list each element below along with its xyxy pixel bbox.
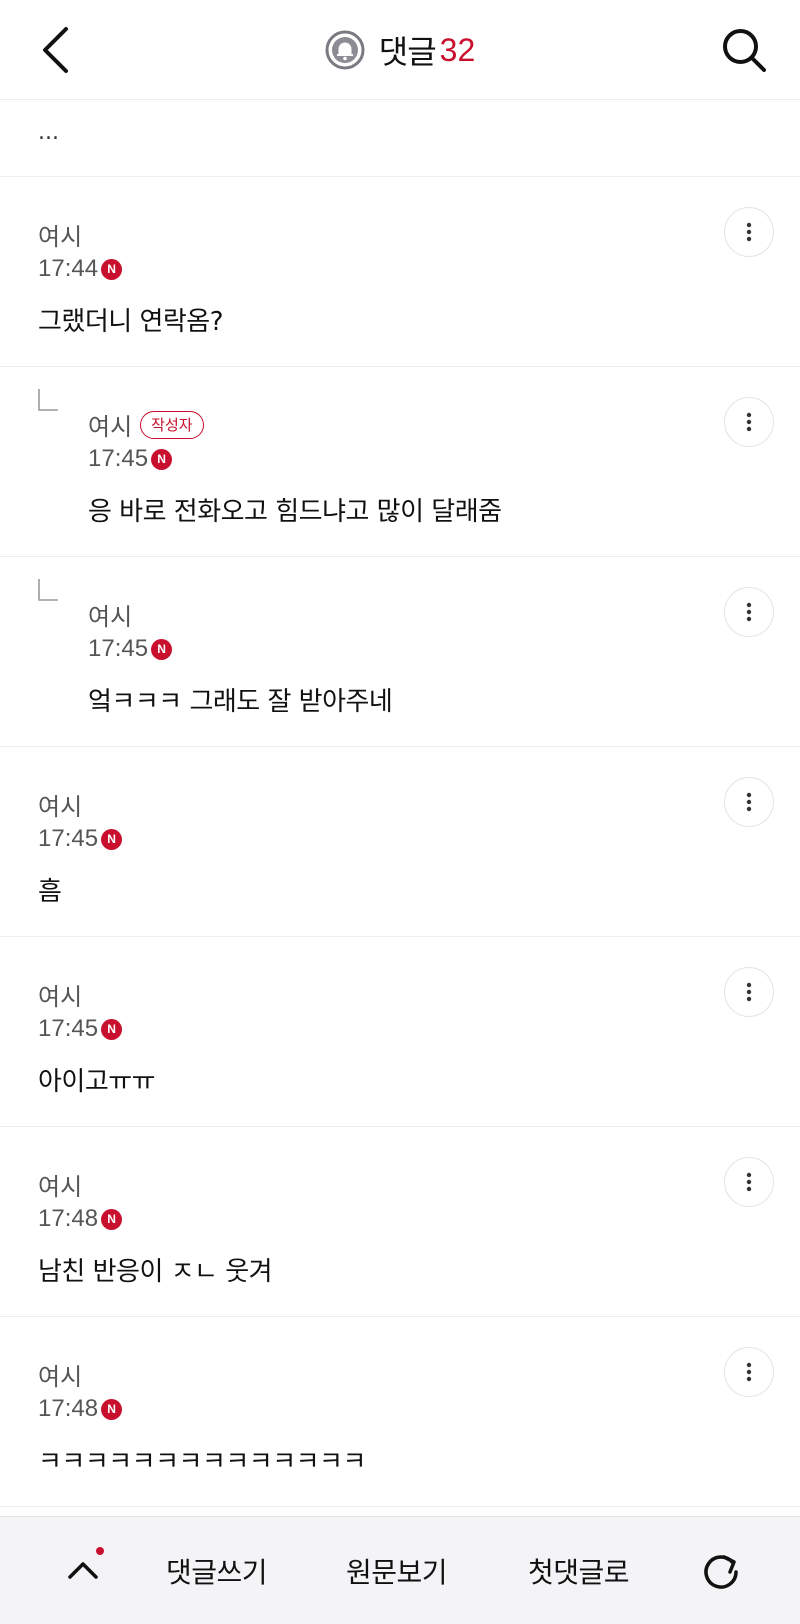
comment-item: 여시 17:45 N 흠 xyxy=(0,747,800,937)
reply-indicator-icon xyxy=(38,579,58,601)
comment-item: 여시 17:45 N 아이고ㅠㅠ xyxy=(0,937,800,1127)
comment-body: 남친 반응이 ㅈㄴ 웃겨 xyxy=(38,1257,273,1287)
comment-author[interactable]: 여시 xyxy=(38,1357,82,1392)
comment-time: 17:48 xyxy=(38,1205,99,1232)
refresh-button[interactable] xyxy=(696,1547,746,1597)
new-badge: N xyxy=(101,258,123,280)
bell-icon xyxy=(325,30,365,70)
comment-author[interactable]: 여시 xyxy=(88,407,132,442)
more-options-button[interactable] xyxy=(724,587,774,637)
page-title: 댓글 xyxy=(378,33,437,71)
view-original-button[interactable]: 원문보기 xyxy=(346,1551,448,1591)
more-options-button[interactable] xyxy=(724,967,774,1017)
back-button[interactable] xyxy=(30,20,80,80)
comment-body: 엌ㅋㅋㅋ 그래도 잘 받아주네 xyxy=(88,687,393,717)
comment-body: 그랬더니 연락옴? xyxy=(38,307,224,337)
ellipsis-text: ... xyxy=(38,120,59,145)
comment-item: 여시 17:48 N 남친 반응이 ㅈㄴ 웃겨 xyxy=(0,1127,800,1317)
more-vertical-icon xyxy=(746,792,752,812)
comment-author[interactable]: 여시 xyxy=(38,1167,82,1202)
search-button[interactable] xyxy=(716,22,772,78)
write-comment-button[interactable]: 댓글쓰기 xyxy=(166,1551,268,1591)
comment-time: 17:45 xyxy=(88,635,149,662)
new-badge: N xyxy=(151,448,173,470)
comment-author[interactable]: 여시 xyxy=(38,787,82,822)
comment-list: 여시 17:44 N 그랬더니 연락옴? 여시 작성자 17:45 N 응 바로… xyxy=(0,177,800,1507)
more-vertical-icon xyxy=(746,222,752,242)
comment-item: 여시 17:48 N ㅋㅋㅋㅋㅋㅋㅋㅋㅋㅋㅋㅋㅋㅋ xyxy=(0,1317,800,1507)
new-indicator-dot xyxy=(96,1547,104,1555)
first-comment-button[interactable]: 첫댓글로 xyxy=(528,1551,630,1591)
comment-body: 응 바로 전화오고 힘드냐고 많이 달래줌 xyxy=(88,497,502,527)
comment-author[interactable]: 여시 xyxy=(88,597,132,632)
app-header: 댓글 32 xyxy=(0,0,800,100)
refresh-icon xyxy=(704,1555,738,1589)
more-vertical-icon xyxy=(746,982,752,1002)
comment-item: 여시 17:44 N 그랬더니 연락옴? xyxy=(0,177,800,367)
comment-time: 17:45 xyxy=(38,1015,99,1042)
comment-time: 17:45 xyxy=(88,445,149,472)
notification-toggle[interactable] xyxy=(325,30,365,70)
more-vertical-icon xyxy=(746,1362,752,1382)
comment-author[interactable]: 여시 xyxy=(38,977,82,1012)
more-options-button[interactable] xyxy=(724,1347,774,1397)
collapsed-content-row[interactable]: ... xyxy=(0,100,800,177)
comment-time: 17:48 xyxy=(38,1395,99,1422)
more-vertical-icon xyxy=(746,1172,752,1192)
bottom-action-bar: 댓글쓰기 원문보기 첫댓글로 xyxy=(0,1516,800,1624)
new-badge: N xyxy=(101,828,123,850)
more-options-button[interactable] xyxy=(724,777,774,827)
op-badge: 작성자 xyxy=(140,410,204,439)
comment-reply-item: 여시 17:45 N 엌ㅋㅋㅋ 그래도 잘 받아주네 xyxy=(0,557,800,747)
new-badge: N xyxy=(101,1208,123,1230)
comment-time: 17:45 xyxy=(38,825,99,852)
comment-body: 아이고ㅠㅠ xyxy=(38,1067,156,1097)
comment-reply-item: 여시 작성자 17:45 N 응 바로 전화오고 힘드냐고 많이 달래줌 xyxy=(0,367,800,557)
comment-time: 17:44 xyxy=(38,255,99,282)
more-vertical-icon xyxy=(746,412,752,432)
header-title-group: 댓글 32 xyxy=(0,0,800,100)
comment-body: 흠 xyxy=(38,877,62,907)
new-badge: N xyxy=(101,1398,123,1420)
search-icon xyxy=(723,29,766,72)
reply-indicator-icon xyxy=(38,389,58,411)
new-badge: N xyxy=(151,638,173,660)
new-badge: N xyxy=(101,1018,123,1040)
comment-body: ㅋㅋㅋㅋㅋㅋㅋㅋㅋㅋㅋㅋㅋㅋ xyxy=(38,1447,366,1477)
more-options-button[interactable] xyxy=(724,397,774,447)
comment-count: 32 xyxy=(439,31,476,68)
chevron-up-icon xyxy=(68,1562,98,1579)
more-options-button[interactable] xyxy=(724,1157,774,1207)
more-vertical-icon xyxy=(746,602,752,622)
comment-author[interactable]: 여시 xyxy=(38,217,82,252)
more-options-button[interactable] xyxy=(724,207,774,257)
chevron-left-icon xyxy=(43,27,68,73)
